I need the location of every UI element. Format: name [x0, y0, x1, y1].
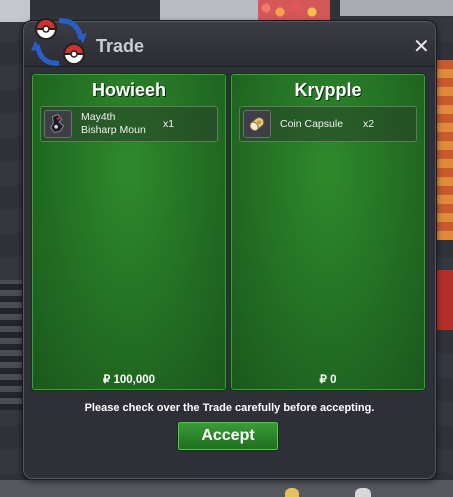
background-building [160, 0, 270, 22]
right-player-name: Krypple [294, 80, 362, 100]
background-flowers [258, 0, 330, 22]
left-item-line2: Bisharp Moun [81, 124, 146, 136]
trade-notice: Please check over the Trade carefully be… [84, 402, 375, 414]
background-building [0, 0, 30, 22]
trade-window: Trade ✕ Howieeh May4th Bisharp Moun x1 ₽… [22, 18, 437, 480]
left-money: ₽ 100,000 [32, 372, 226, 386]
trade-pokeball-icon [31, 18, 87, 66]
currency-symbol: ₽ [319, 374, 327, 386]
right-trade-panel: Krypple Coin Capsule x2 ₽ 0 [230, 73, 426, 391]
background-building [340, 0, 453, 16]
accept-button[interactable]: Accept [177, 421, 279, 451]
right-item-quantity: x2 [363, 118, 375, 130]
left-item-line1: May4th [81, 111, 116, 123]
right-money: ₽ 0 [231, 372, 425, 386]
left-player-name: Howieeh [91, 80, 166, 100]
background-character [355, 488, 371, 497]
window-title: Trade [96, 36, 145, 56]
close-icon[interactable]: ✕ [413, 36, 430, 56]
right-trade-item[interactable]: Coin Capsule x2 [239, 106, 417, 142]
left-money-amount: 100,000 [113, 374, 156, 386]
currency-symbol: ₽ [102, 374, 111, 386]
right-item-name: Coin Capsule [280, 118, 344, 130]
right-money-amount: 0 [330, 374, 337, 386]
background-fence [0, 280, 22, 410]
bisharp-mount-icon [44, 110, 72, 138]
left-trade-item[interactable]: May4th Bisharp Moun x1 [40, 106, 218, 142]
background-ground [0, 480, 453, 497]
left-trade-panel: Howieeh May4th Bisharp Moun x1 ₽ 100,000 [31, 73, 227, 391]
left-item-quantity: x1 [163, 118, 175, 130]
background-character [285, 488, 299, 497]
coin-capsule-icon [243, 110, 271, 138]
